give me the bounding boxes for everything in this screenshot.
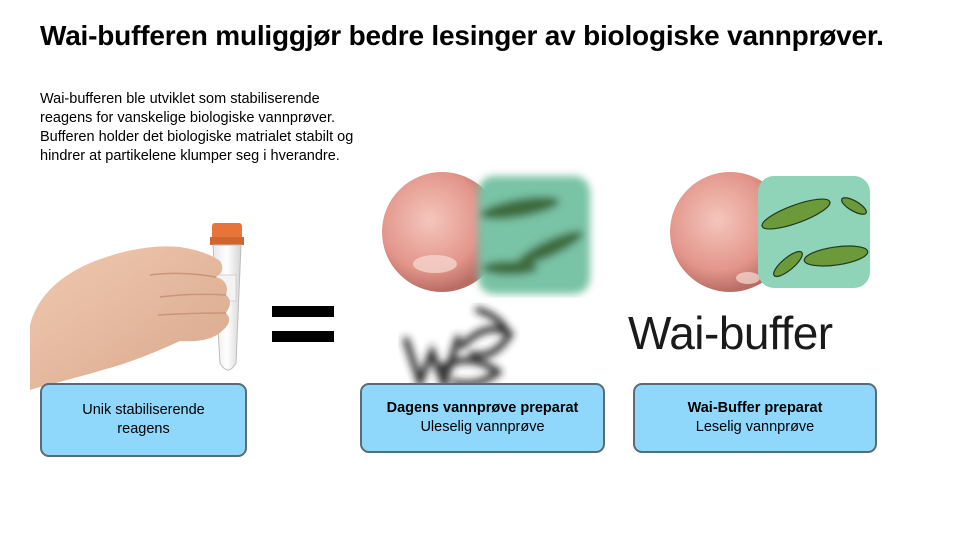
reagent-label-box: Unik stabiliserende reagens [40,383,247,457]
wai-buffer-logo: Wai-buffer [628,307,833,359]
garbled-logo-image [403,307,515,390]
page-title: Wai-bufferen muliggjør bedre lesinger av… [40,20,884,51]
reagent-line-1: Unik stabiliserende [82,402,205,418]
current-sample-label-box: Dagens vannprøve preparat Uleselig vannp… [360,383,605,453]
current-sample-subtitle: Uleselig vannprøve [420,419,545,435]
reagent-line-2: reagens [117,421,170,437]
current-sample-title: Dagens vannprøve preparat [386,400,579,416]
wai-sample-label-box: Wai-Buffer preparat Leselig vannprøve [633,383,877,453]
clear-sample-image [670,172,870,292]
intro-text: Wai-bufferen ble utviklet som stabiliser… [40,91,354,164]
blurred-sample-image [382,172,590,294]
hand-with-tube-image: ≡ [30,223,244,390]
wai-sample-subtitle: Leselig vannprøve [695,419,815,435]
equals-sign-icon [272,306,334,342]
wai-sample-title: Wai-Buffer preparat [687,400,823,416]
